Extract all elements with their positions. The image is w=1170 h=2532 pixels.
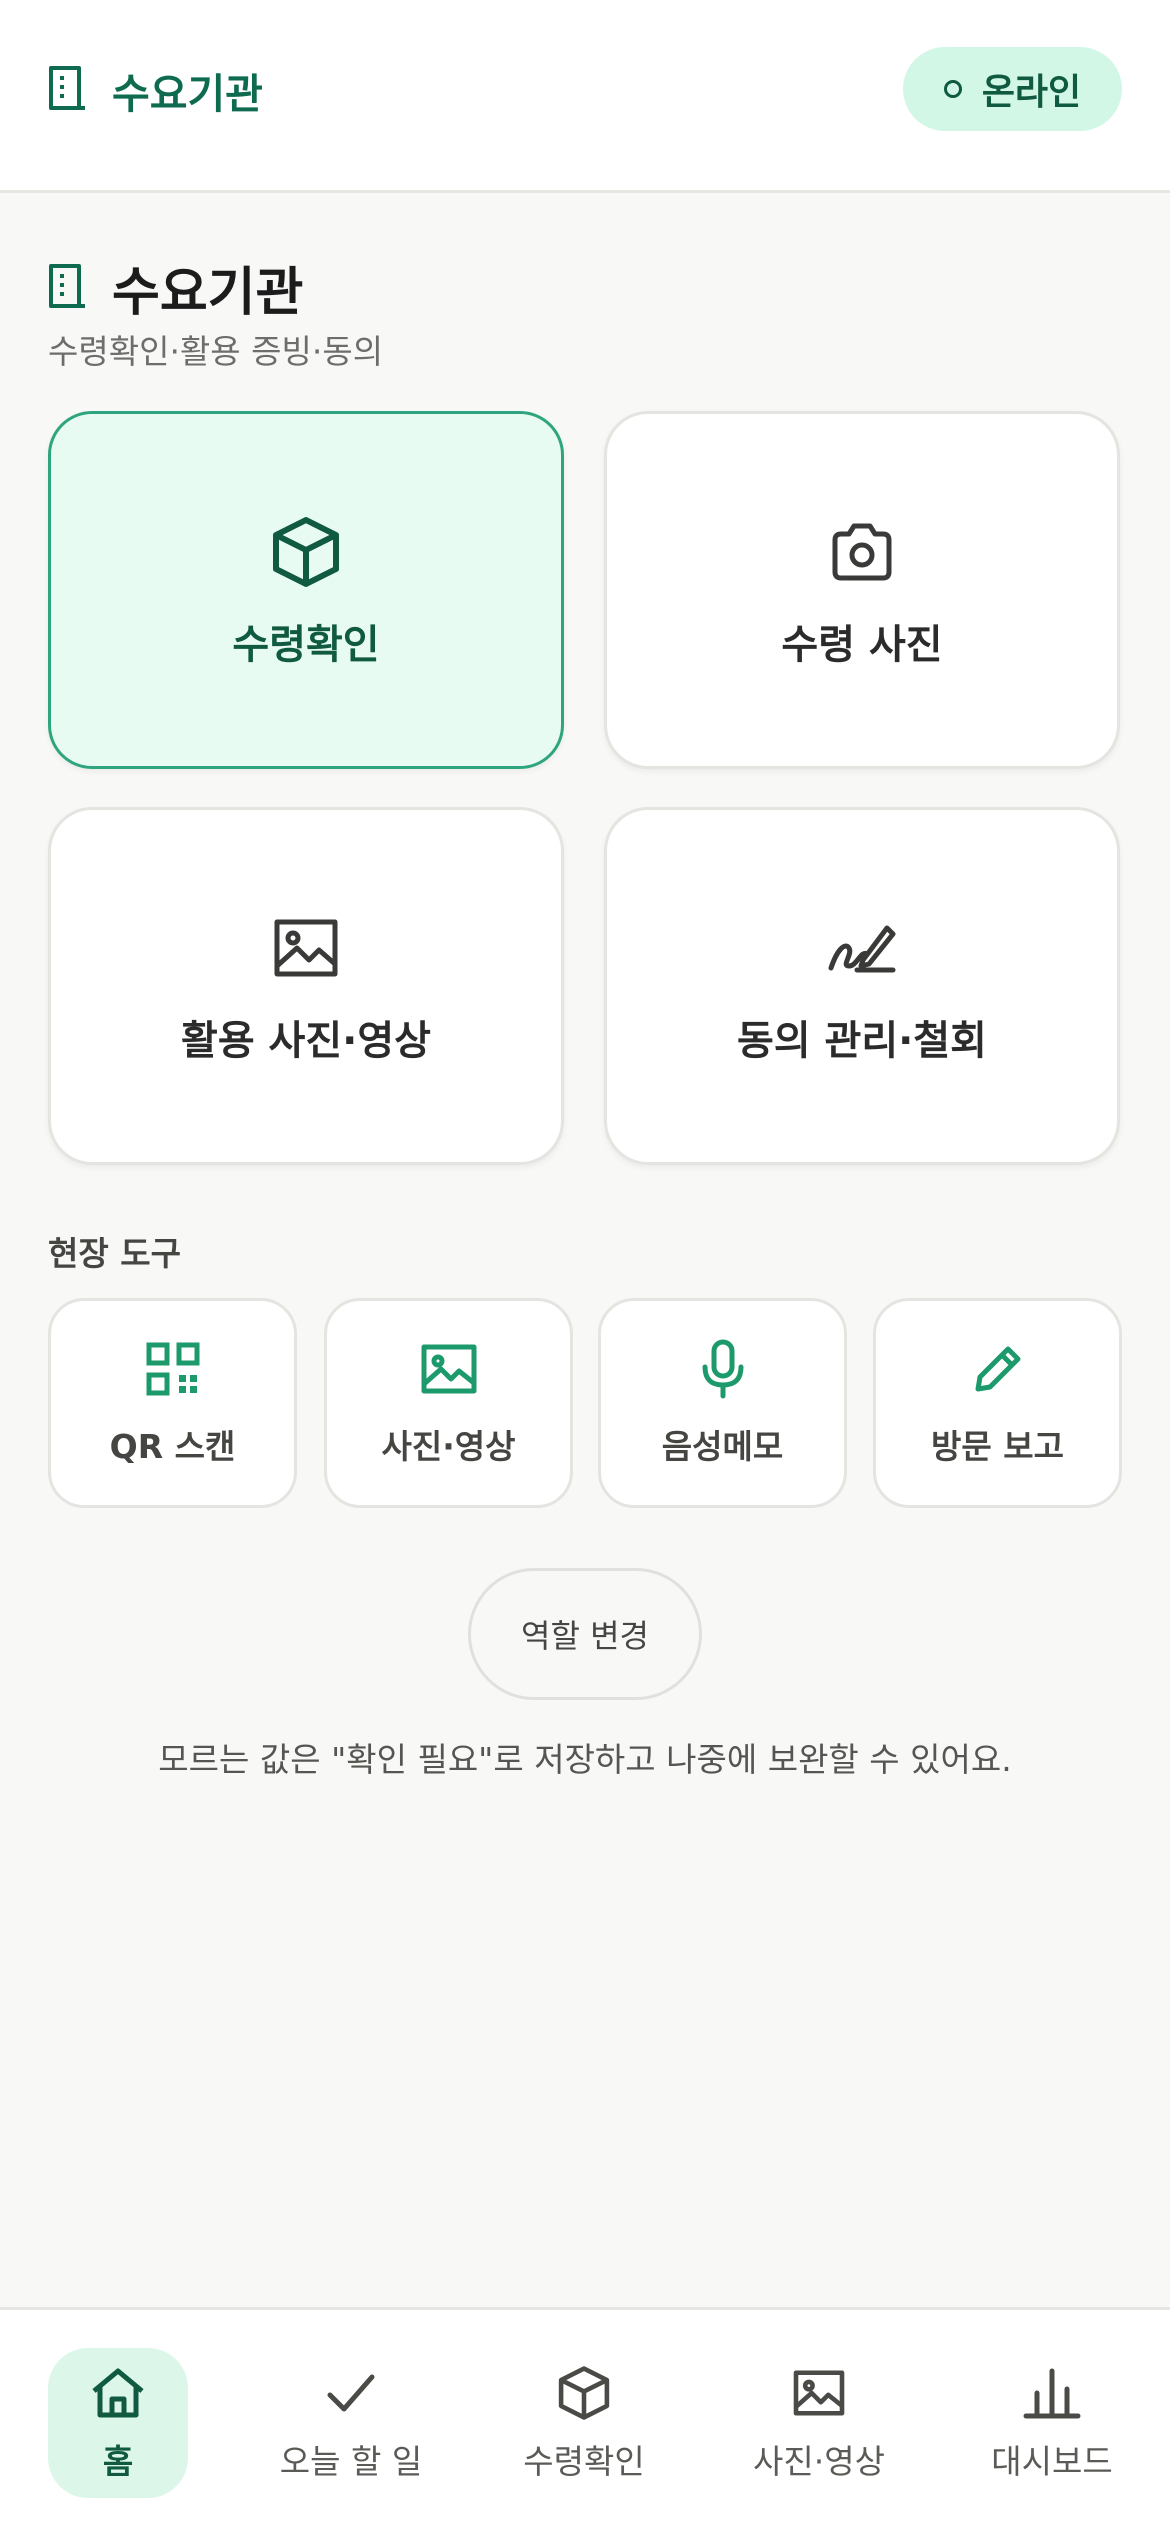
signature-icon xyxy=(827,906,897,990)
app-title: 수요기관 xyxy=(112,70,263,118)
status-dot-icon xyxy=(943,80,962,98)
box-icon xyxy=(555,2363,613,2423)
bar-chart-icon xyxy=(1023,2363,1081,2423)
nav-label: 오늘 할 일 xyxy=(279,2442,423,2481)
page-subtitle: 수령확인·활용 증빙·동의 xyxy=(48,332,384,371)
online-status-label: 온라인 xyxy=(981,72,1082,113)
building-icon xyxy=(48,65,86,115)
microphone-icon xyxy=(700,1338,746,1400)
pencil-icon xyxy=(970,1338,1026,1400)
card-label: 수령확인 xyxy=(232,622,380,668)
camera-icon xyxy=(829,510,895,594)
home-icon xyxy=(90,2363,146,2423)
field-tools-heading: 현장 도구 xyxy=(48,1234,181,1273)
nav-label: 사진·영상 xyxy=(753,2442,885,2481)
receipt-confirm-card[interactable]: 수령확인 xyxy=(48,411,564,769)
app-brand: 수요기관 xyxy=(48,60,263,120)
card-label: 수령 사진 xyxy=(781,622,943,668)
tool-label: 방문 보고 xyxy=(931,1427,1064,1466)
hint-text: 모르는 값은 "확인 필요"로 저장하고 나중에 보완할 수 있어요. xyxy=(158,1740,1012,1779)
page-title: 수요기관 xyxy=(112,263,304,323)
image-icon xyxy=(793,2363,845,2423)
card-label: 활용 사진·영상 xyxy=(181,1018,431,1064)
usage-media-card[interactable]: 활용 사진·영상 xyxy=(48,807,564,1165)
nav-label: 홈 xyxy=(102,2442,134,2481)
check-icon xyxy=(326,2363,376,2423)
voice-memo-button[interactable]: 음성메모 xyxy=(598,1298,847,1508)
nav-item-home[interactable]: 홈 xyxy=(48,2348,188,2498)
bottom-navigation: 홈 오늘 할 일 수령확인 사진·영상 대시보드 xyxy=(0,2307,1170,2532)
nav-item-today-tasks[interactable]: 오늘 할 일 xyxy=(279,2348,423,2498)
tool-label: 사진·영상 xyxy=(381,1427,516,1466)
qr-icon xyxy=(145,1338,201,1400)
qr-scan-button[interactable]: QR 스캔 xyxy=(48,1298,297,1508)
box-icon xyxy=(268,510,344,594)
online-status-badge[interactable]: 온라인 xyxy=(903,47,1122,131)
building-icon xyxy=(48,263,86,313)
nav-label: 대시보드 xyxy=(991,2442,1113,2481)
top-app-bar: 수요기관 온라인 xyxy=(0,0,1170,193)
visit-report-button[interactable]: 방문 보고 xyxy=(873,1298,1122,1508)
change-role-button[interactable]: 역할 변경 xyxy=(468,1568,702,1700)
image-icon xyxy=(273,906,339,990)
nav-item-receipt[interactable]: 수령확인 xyxy=(514,2348,654,2498)
tool-label: QR 스캔 xyxy=(109,1427,236,1466)
nav-label: 수령확인 xyxy=(523,2442,645,2481)
card-label: 동의 관리·철회 xyxy=(737,1018,987,1064)
media-capture-button[interactable]: 사진·영상 xyxy=(324,1298,573,1508)
consent-manage-card[interactable]: 동의 관리·철회 xyxy=(604,807,1120,1165)
nav-item-media[interactable]: 사진·영상 xyxy=(749,2348,889,2498)
receipt-photo-card[interactable]: 수령 사진 xyxy=(604,411,1120,769)
tool-label: 음성메모 xyxy=(661,1427,784,1466)
image-icon xyxy=(421,1338,477,1400)
section-heading: 수요기관 xyxy=(48,250,303,325)
nav-item-dashboard[interactable]: 대시보드 xyxy=(982,2348,1122,2498)
